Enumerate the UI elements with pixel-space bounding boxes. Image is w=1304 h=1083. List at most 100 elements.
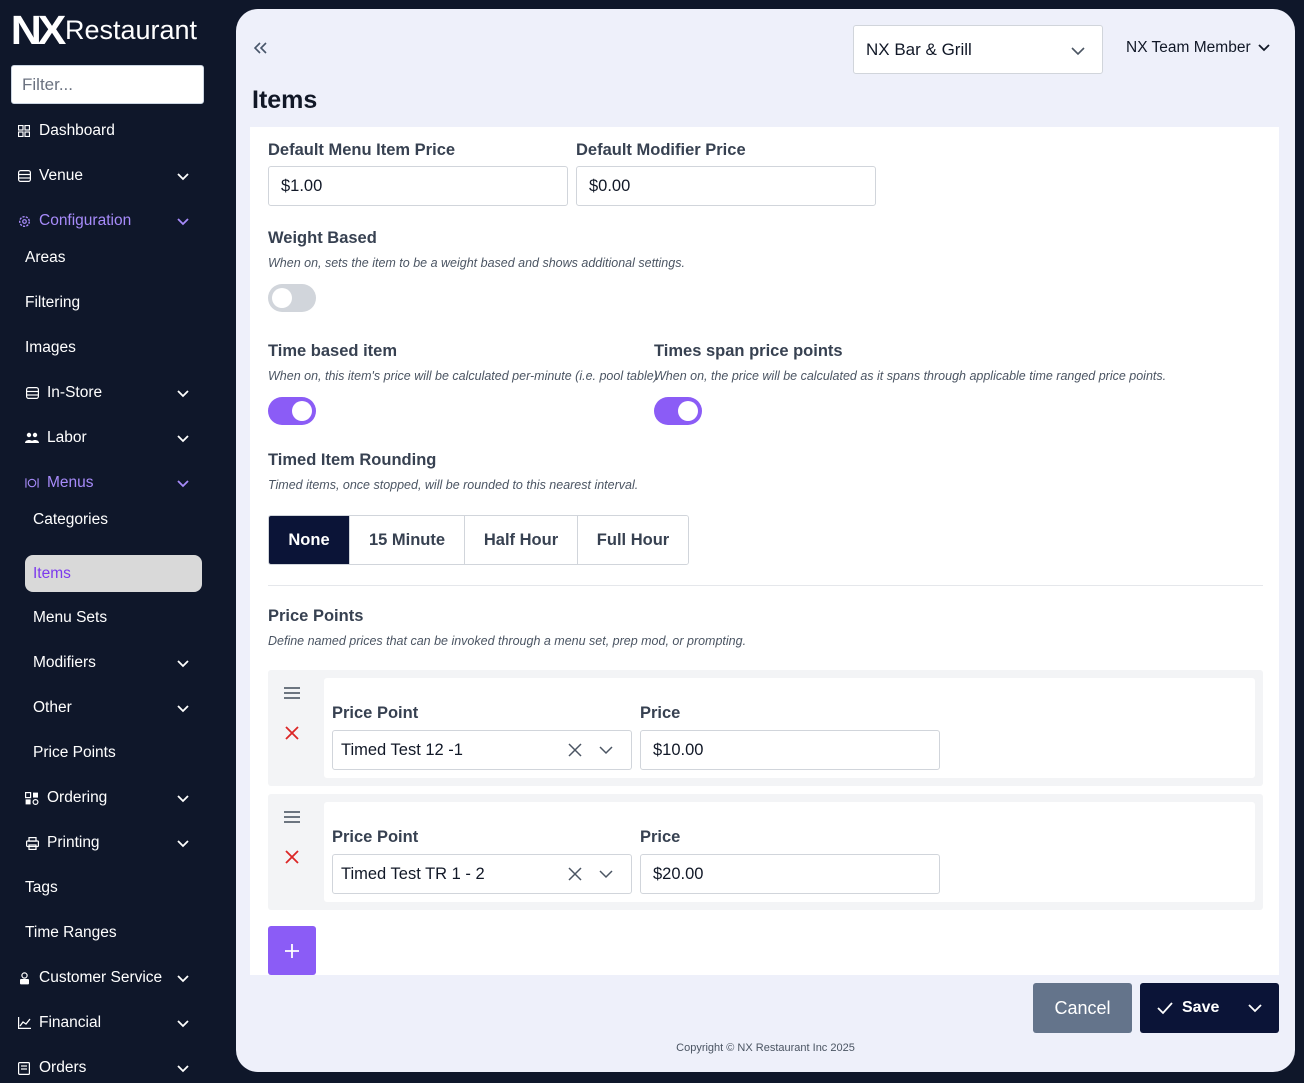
- sidebar-item-label: Modifiers: [33, 654, 96, 671]
- default-menu-item-price-input[interactable]: $1.00: [268, 166, 568, 206]
- sidebar-item-orders[interactable]: Orders: [0, 1053, 226, 1083]
- sidebar-item-label: Orders: [39, 1059, 87, 1076]
- default-modifier-price-input[interactable]: $0.00: [576, 166, 876, 206]
- chevron-down-icon: [177, 660, 189, 668]
- dashboard-icon: [17, 124, 31, 138]
- rounding-option-15-minute[interactable]: 15 Minute: [350, 516, 465, 564]
- sidebar-item-ordering[interactable]: Ordering: [0, 783, 226, 813]
- rounding-option-none[interactable]: None: [269, 516, 350, 564]
- sidebar-item-categories[interactable]: Categories: [0, 505, 226, 535]
- utensils-icon: [25, 476, 39, 490]
- logo-mark: NX: [10, 6, 67, 53]
- sidebar-item-label: Printing: [47, 834, 100, 851]
- add-price-point-button[interactable]: [268, 926, 316, 975]
- chevron-down-icon: [177, 173, 189, 181]
- sidebar-item-tags[interactable]: Tags: [0, 873, 226, 903]
- timed-item-rounding-description: Timed items, once stopped, will be round…: [268, 478, 639, 492]
- price-point-select[interactable]: Timed Test 12 -1: [332, 730, 632, 770]
- main-content: NX Bar & Grill NX Team Member Items Defa…: [236, 9, 1295, 1072]
- delete-icon[interactable]: [285, 850, 299, 864]
- price-label: Price: [640, 828, 681, 846]
- drag-handle-icon[interactable]: [284, 810, 300, 824]
- venue-icon: [17, 169, 31, 183]
- chevron-down-icon[interactable]: [1248, 1001, 1262, 1015]
- weight-based-toggle[interactable]: [268, 284, 316, 312]
- clear-icon[interactable]: [568, 867, 582, 881]
- sidebar-item-price-points[interactable]: Price Points: [0, 738, 226, 768]
- price-label: Price: [640, 704, 681, 722]
- sidebar-item-areas[interactable]: Areas: [0, 243, 226, 273]
- plus-icon: [285, 943, 299, 958]
- cancel-button[interactable]: Cancel: [1033, 983, 1132, 1033]
- weight-based-label: Weight Based: [268, 229, 377, 247]
- chevron-down-icon: [177, 975, 189, 983]
- brand-logo[interactable]: NX Restaurant: [11, 7, 197, 53]
- save-button[interactable]: Save: [1140, 983, 1279, 1033]
- sidebar-item-time-ranges[interactable]: Time Ranges: [0, 918, 226, 948]
- sidebar-item-images[interactable]: Images: [0, 333, 226, 363]
- sidebar-item-venue[interactable]: Venue: [0, 161, 226, 191]
- chevron-down-icon: [177, 1020, 189, 1028]
- sidebar-item-printing[interactable]: Printing: [0, 828, 226, 858]
- drag-handle-icon[interactable]: [284, 686, 300, 700]
- collapse-sidebar-icon[interactable]: [252, 40, 268, 56]
- price-input[interactable]: $20.00: [640, 854, 940, 894]
- default-modifier-price-label: Default Modifier Price: [576, 141, 746, 159]
- chevron-down-icon[interactable]: [599, 867, 613, 881]
- sidebar-item-label: Items: [33, 564, 71, 582]
- price-point-fields: Price Point Price Timed Test TR 1 - 2 $2…: [324, 802, 1255, 902]
- user-menu[interactable]: NX Team Member: [1126, 39, 1271, 57]
- sidebar-item-label: Time Ranges: [25, 924, 117, 941]
- store-icon: [25, 386, 39, 400]
- sidebar-item-label: Menu Sets: [33, 609, 108, 626]
- sidebar-item-other[interactable]: Other: [0, 693, 226, 723]
- delete-icon[interactable]: [285, 726, 299, 740]
- sidebar-item-menu-sets[interactable]: Menu Sets: [0, 603, 226, 633]
- rounding-segmented-control: None 15 Minute Half Hour Full Hour: [268, 515, 689, 565]
- chevron-down-icon: [177, 480, 189, 488]
- chart-icon: [17, 1016, 31, 1030]
- toggle-knob: [292, 401, 312, 421]
- timed-item-rounding-label: Timed Item Rounding: [268, 451, 437, 469]
- gear-icon: [17, 214, 31, 228]
- price-point-select[interactable]: Timed Test TR 1 - 2: [332, 854, 632, 894]
- clear-icon[interactable]: [568, 743, 582, 757]
- sidebar-item-label: In-Store: [47, 384, 103, 401]
- sidebar-item-modifiers[interactable]: Modifiers: [0, 648, 226, 678]
- times-span-price-points-toggle[interactable]: [654, 397, 702, 425]
- customer-service-icon: [17, 971, 31, 985]
- price-point-select-value: Timed Test TR 1 - 2: [341, 864, 485, 883]
- sidebar-item-label: Other: [33, 699, 72, 716]
- sidebar-item-labor[interactable]: Labor: [0, 423, 226, 453]
- check-icon: [1157, 1002, 1173, 1015]
- sidebar-item-configuration[interactable]: Configuration: [0, 206, 226, 236]
- sidebar-item-label: Categories: [33, 511, 108, 528]
- sidebar-item-label: Financial: [39, 1014, 102, 1031]
- printer-icon: [25, 836, 39, 850]
- venue-select-value: NX Bar & Grill: [866, 39, 972, 59]
- chevron-down-icon[interactable]: [599, 743, 613, 757]
- sidebar-item-label: Ordering: [47, 789, 108, 806]
- chevron-down-icon: [1257, 44, 1270, 52]
- sidebar-item-customer-service[interactable]: Customer Service: [0, 963, 226, 993]
- time-based-item-toggle[interactable]: [268, 397, 316, 425]
- sidebar-item-dashboard[interactable]: Dashboard: [0, 116, 226, 146]
- sidebar-filter-input[interactable]: [11, 65, 204, 104]
- weight-based-description: When on, sets the item to be a weight ba…: [268, 256, 685, 270]
- price-input[interactable]: $10.00: [640, 730, 940, 770]
- sidebar-item-in-store[interactable]: In-Store: [0, 378, 226, 408]
- sidebar-item-filtering[interactable]: Filtering: [0, 288, 226, 318]
- sidebar-item-financial[interactable]: Financial: [0, 1008, 226, 1038]
- item-settings-panel: Default Menu Item Price $1.00 Default Mo…: [250, 127, 1279, 975]
- rounding-option-full-hour[interactable]: Full Hour: [578, 516, 688, 564]
- venue-select[interactable]: NX Bar & Grill: [853, 25, 1103, 74]
- time-based-item-label: Time based item: [268, 342, 397, 360]
- sidebar-item-menus[interactable]: Menus: [0, 468, 226, 498]
- rounding-option-half-hour[interactable]: Half Hour: [465, 516, 578, 564]
- chevron-down-icon: [1071, 47, 1085, 56]
- sidebar-item-label: Menus: [47, 474, 94, 491]
- price-points-label: Price Points: [268, 607, 364, 625]
- times-span-price-points-description: When on, the price will be calculated as…: [654, 369, 1167, 383]
- sidebar-item-items[interactable]: Items: [25, 555, 202, 592]
- chevron-down-icon: [177, 435, 189, 443]
